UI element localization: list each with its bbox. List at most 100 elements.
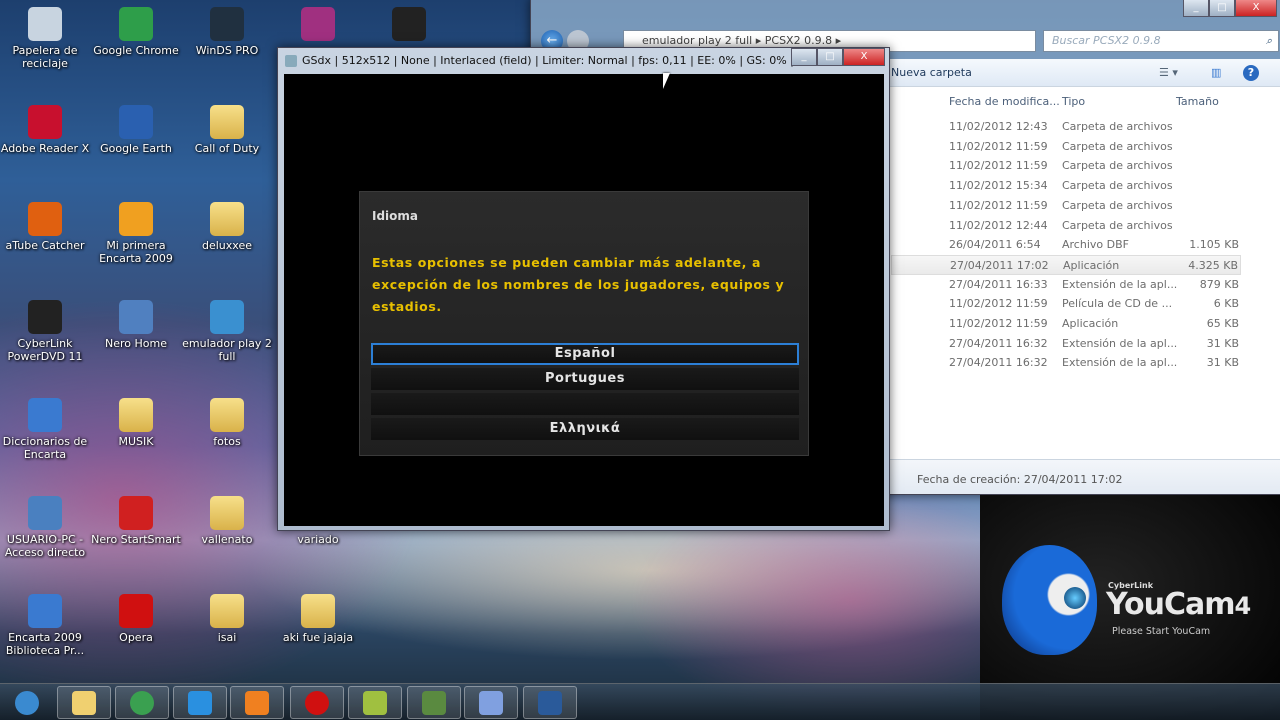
opera-icon	[305, 690, 329, 715]
desktop-icon[interactable]: fotos	[182, 398, 272, 448]
file-row[interactable]: 11/02/2012 12:43 Carpeta de archivos	[891, 117, 1241, 137]
encarta-icon	[28, 398, 62, 432]
desktop-icon-label: Nero StartSmart	[91, 533, 181, 546]
file-date: 11/02/2012 12:43	[949, 120, 1048, 133]
file-size: 879 KB	[1199, 277, 1239, 291]
file-size: 4.325 KB	[1188, 258, 1238, 272]
desktop-icon-label: Adobe Reader X	[0, 142, 90, 155]
desktop-icon[interactable]: aki fue jajaja	[273, 594, 363, 644]
taskbar-button[interactable]	[230, 686, 284, 719]
desktop-icon[interactable]: Nero Home	[91, 300, 181, 350]
file-type: Extensión de la apl...	[1062, 277, 1178, 291]
breadcrumb-item[interactable]: emulador play 2 full	[642, 34, 752, 47]
folder-icon	[119, 398, 153, 432]
language-option-greek[interactable]: Ελληνικά	[371, 418, 799, 440]
youcam-version: 4	[1234, 592, 1251, 620]
help-icon[interactable]: ?	[1243, 65, 1259, 81]
minimize-button[interactable]: _	[1183, 0, 1209, 17]
desktop-icon[interactable]: aTube Catcher	[0, 202, 90, 252]
minimize-button[interactable]: _	[791, 48, 817, 66]
explorer-caption-buttons: _ □ X	[1183, 0, 1277, 17]
file-explorer-icon	[72, 690, 96, 715]
maximize-button[interactable]: □	[1209, 0, 1235, 17]
desktop-icon[interactable]: Adobe Reader X	[0, 105, 90, 155]
taskbar-button[interactable]	[407, 686, 461, 719]
file-row[interactable]: 27/04/2011 16:33 Extensión de la apl... 87…	[891, 275, 1241, 295]
file-type: Aplicación	[1063, 258, 1120, 272]
file-row[interactable]: 27/04/2011 16:32 Extensión de la apl... 31…	[891, 334, 1241, 354]
file-date: 11/02/2012 15:34	[949, 179, 1048, 193]
file-row[interactable]: 11/02/2012 15:34 Carpeta de archivos	[891, 176, 1241, 196]
start-button[interactable]	[0, 686, 54, 719]
desktop-icon[interactable]: USUARIO-PC - Acceso directo	[0, 496, 90, 559]
dialog-title: Idioma	[372, 209, 419, 223]
column-header-size[interactable]: Tamaño	[1176, 95, 1219, 108]
search-input[interactable]: Buscar PCSX2 0.9.8 ⌕	[1043, 30, 1279, 52]
desktop-icon[interactable]	[364, 7, 454, 44]
desktop-icon-label: Google Earth	[100, 142, 172, 155]
desktop-icon[interactable]: Google Earth	[91, 105, 181, 155]
file-date: 27/04/2011 16:33	[949, 277, 1048, 291]
youcam-logo: YouCam4	[1106, 587, 1251, 622]
desktop-icon[interactable]: Encarta 2009 Biblioteca Pr...	[0, 594, 90, 657]
recycle-bin-icon	[28, 7, 62, 41]
file-date: 11/02/2012 12:44	[949, 218, 1048, 232]
taskbar-button[interactable]	[348, 686, 402, 719]
language-option-empty[interactable]	[371, 393, 799, 415]
file-type: Carpeta de archivos	[1062, 218, 1173, 232]
file-date: 11/02/2012 11:59	[949, 297, 1048, 311]
desktop-icon[interactable]: Nero StartSmart	[91, 496, 181, 546]
winrar-icon	[301, 7, 335, 41]
column-header-type[interactable]: Tipo	[1062, 95, 1085, 108]
close-button[interactable]: X	[1235, 0, 1277, 17]
desktop-icon[interactable]: WinDS PRO	[182, 7, 272, 57]
taskbar-button[interactable]	[290, 686, 344, 719]
view-options-icon[interactable]: ☰ ▾	[1159, 59, 1178, 87]
youcam-status: Please Start YouCam	[1112, 626, 1211, 637]
desktop-icon[interactable]: emulador play 2 full	[182, 300, 272, 363]
file-date: 27/04/2011 16:32	[949, 336, 1048, 350]
file-row[interactable]: 27/04/2011 16:32 Extensión de la apl... 31…	[891, 353, 1241, 373]
taskbar-button[interactable]	[57, 686, 111, 719]
file-row[interactable]: 26/04/2011 6:54 Archivo DBF 1.105 KB	[891, 235, 1241, 255]
file-row[interactable]: 11/02/2012 11:59 Aplicación 65 KB	[891, 314, 1241, 334]
language-option-espanol[interactable]: Español	[371, 343, 799, 365]
breadcrumb-item[interactable]: PCSX2 0.9.8	[765, 34, 832, 47]
file-row[interactable]: 11/02/2012 11:59 Carpeta de archivos	[891, 137, 1241, 157]
taskbar-button[interactable]	[523, 686, 577, 719]
taskbar-button[interactable]	[173, 686, 227, 719]
desktop-icon[interactable]: isai	[182, 594, 272, 644]
encarta-icon	[28, 594, 62, 628]
preview-pane-icon[interactable]: ▥	[1211, 59, 1221, 87]
desktop-icon-label: WinDS PRO	[195, 44, 259, 57]
close-button[interactable]: X	[843, 48, 885, 66]
desktop-icon[interactable]: deluxxee	[182, 202, 272, 252]
desktop-icon[interactable]: Papelera de reciclaje	[0, 7, 90, 70]
desktop-icon[interactable]: CyberLink PowerDVD 11	[0, 300, 90, 363]
dialog-message: Estas opciones se pueden cambiar más ade…	[372, 255, 785, 314]
file-row[interactable]: 11/02/2012 11:59 Carpeta de archivos	[891, 196, 1241, 216]
desktop-icon[interactable]: Google Chrome	[91, 7, 181, 57]
taskbar-button[interactable]	[115, 686, 169, 719]
file-date: 11/02/2012 11:59	[949, 198, 1048, 212]
file-date: 26/04/2011 6:54	[949, 238, 1041, 252]
window-title: GSdx | 512x512 | None | Interlaced (fiel…	[302, 54, 827, 67]
desktop-icon[interactable]: vallenato	[182, 496, 272, 546]
webcam-lens-icon	[1064, 587, 1086, 609]
column-header-date[interactable]: Fecha de modifica...	[949, 95, 1060, 108]
desktop-icon[interactable]: Opera	[91, 594, 181, 644]
file-row[interactable]: 11/02/2012 11:59 Película de CD de ... 6 K…	[891, 294, 1241, 314]
file-row[interactable]: 11/02/2012 11:59 Carpeta de archivos	[891, 156, 1241, 176]
file-row[interactable]: 27/04/2011 17:02 Aplicación 4.325 KB	[891, 254, 1241, 275]
maximize-button[interactable]: □	[817, 48, 843, 66]
desktop-icon[interactable]: MUSIK	[91, 398, 181, 448]
language-option-portugues[interactable]: Portugues	[371, 368, 799, 390]
desktop-icon[interactable]	[273, 7, 363, 44]
file-row[interactable]: 11/02/2012 12:44 Carpeta de archivos	[891, 216, 1241, 236]
taskbar-button[interactable]	[464, 686, 518, 719]
new-folder-button[interactable]: Nueva carpeta	[891, 66, 972, 79]
nero-icon	[119, 496, 153, 530]
desktop-icon[interactable]: Mi primera Encarta 2009	[91, 202, 181, 265]
desktop-icon[interactable]: Diccionarios de Encarta	[0, 398, 90, 461]
desktop-icon[interactable]: Call of Duty	[182, 105, 272, 155]
